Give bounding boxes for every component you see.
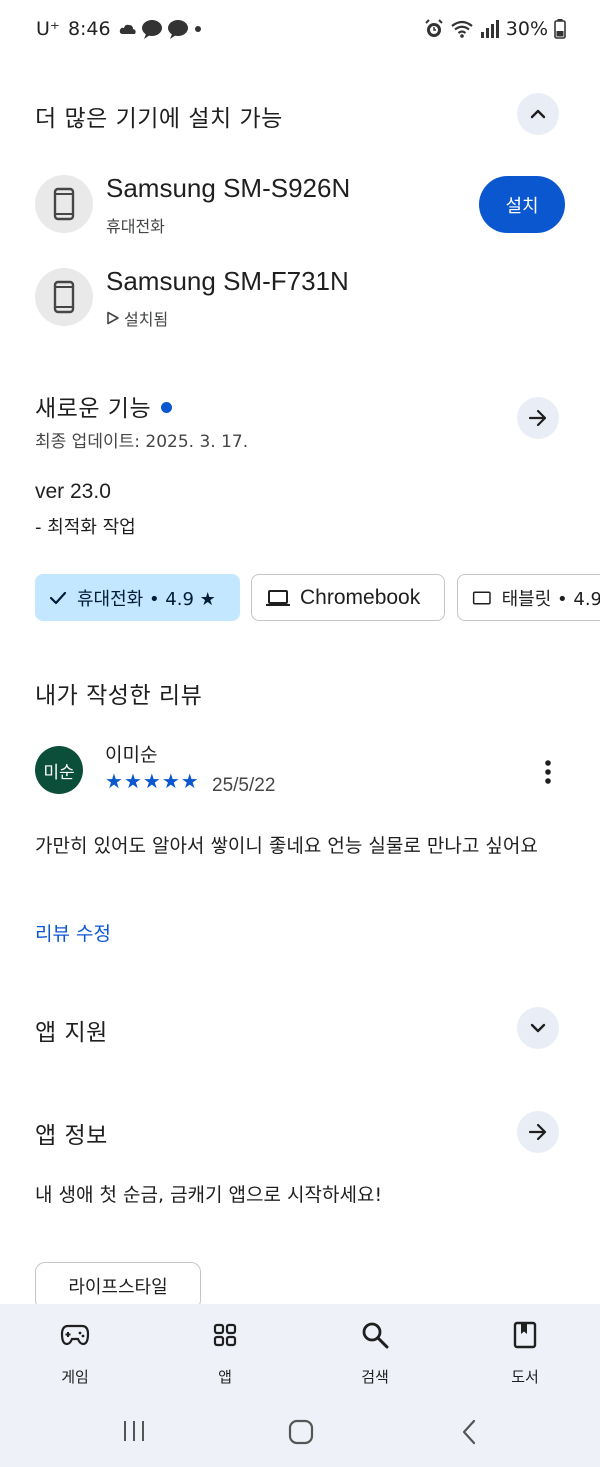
review-date: 25/5/22	[212, 775, 276, 796]
check-icon	[49, 591, 67, 604]
chat-bubble-icon	[167, 20, 188, 39]
battery-percent: 30%	[505, 18, 548, 40]
book-icon	[513, 1321, 537, 1349]
device-name: Samsung SM-S926N	[106, 173, 351, 203]
avatar: 미순	[35, 746, 83, 794]
search-icon	[362, 1322, 389, 1349]
last-updated: 최종 업데이트: 2025. 3. 17.	[35, 432, 249, 452]
version-text: ver 23.0	[35, 480, 111, 503]
review-author: 이미순	[105, 744, 158, 766]
more-vert-icon	[545, 760, 551, 784]
cloud-icon	[119, 24, 136, 34]
app-info-title: 앱 정보	[35, 1123, 108, 1149]
category-tag[interactable]: 라이프스타일	[35, 1262, 201, 1310]
release-notes: - 최적화 작업	[35, 517, 136, 538]
review-more-button[interactable]	[528, 752, 568, 792]
alarm-icon	[425, 19, 443, 37]
whats-new-arrow-button[interactable]	[517, 397, 559, 439]
nav-item-apps[interactable]: 앱	[170, 1304, 280, 1402]
tablet-icon	[472, 591, 491, 604]
device-type: 휴대전화	[106, 217, 165, 236]
review-body: 가만히 있어도 알아서 쌓이니 좋네요 언능 실물로 만나고 싶어요	[35, 835, 538, 857]
my-review-title: 내가 작성한 리뷰	[35, 683, 203, 709]
back-icon[interactable]	[459, 1418, 479, 1446]
app-info-arrow-button[interactable]	[517, 1111, 559, 1153]
nav-label: 앱	[218, 1368, 232, 1386]
chip-label: 태블릿 • 4.9	[501, 588, 600, 610]
star-icon: ★	[180, 769, 199, 793]
system-navigation-bar	[0, 1402, 600, 1467]
chat-bubble-icon	[141, 20, 162, 39]
status-bar: U⁺ 8:46 30%	[0, 0, 600, 62]
install-button[interactable]: 설치	[479, 176, 565, 233]
bottom-navigation: 게임 앱 검색 도서	[0, 1304, 600, 1402]
star-icon: ★	[142, 769, 161, 793]
device-status: 설치됨	[106, 306, 168, 330]
clock: 8:46	[67, 18, 111, 40]
wifi-icon	[451, 20, 473, 38]
battery-icon	[554, 19, 566, 39]
nav-item-games[interactable]: 게임	[20, 1304, 130, 1402]
device-name: Samsung SM-F731N	[106, 266, 349, 296]
phone-icon	[35, 175, 93, 233]
available-devices-title: 더 많은 기기에 설치 가능	[35, 106, 283, 132]
nav-label: 검색	[361, 1368, 389, 1386]
star-icon: ★	[105, 769, 123, 793]
arrow-right-icon	[528, 409, 547, 427]
nav-item-books[interactable]: 도서	[470, 1304, 580, 1402]
chip-tablet-rating[interactable]: 태블릿 • 4.9	[457, 574, 600, 621]
carrier-label: U⁺	[36, 18, 60, 40]
home-icon[interactable]	[288, 1419, 314, 1445]
gamepad-icon	[60, 1324, 90, 1346]
notification-dot-icon	[194, 26, 201, 32]
signal-icon	[480, 20, 499, 38]
laptop-icon	[266, 589, 290, 606]
phone-icon	[35, 268, 93, 326]
nav-label: 도서	[511, 1368, 539, 1386]
star-icon: ★	[123, 769, 142, 793]
chevron-up-icon	[530, 109, 546, 119]
new-indicator-dot	[161, 402, 173, 413]
chip-phone-rating[interactable]: 휴대전화 • 4.9 ★	[35, 574, 240, 621]
collapse-button[interactable]	[517, 93, 559, 135]
device-row: Samsung SM-F731N 설치됨	[35, 266, 575, 332]
recent-apps-icon[interactable]	[121, 1419, 147, 1443]
app-description: 내 생애 첫 순금, 금캐기 앱으로 시작하세요!	[35, 1184, 383, 1206]
star-rating: ★ ★ ★ ★ ★	[105, 771, 199, 791]
whats-new-title: 새로운 기능	[35, 389, 173, 423]
apps-grid-icon	[213, 1323, 237, 1347]
whats-new-label: 새로운 기능	[35, 396, 152, 422]
star-icon: ★	[161, 769, 180, 793]
edit-review-link[interactable]: 리뷰 수정	[35, 919, 111, 946]
nav-label: 게임	[61, 1368, 89, 1386]
chip-label: Chromebook	[300, 585, 421, 609]
nav-item-search[interactable]: 검색	[320, 1304, 430, 1402]
chip-chromebook[interactable]: Chromebook	[251, 574, 445, 621]
app-support-title: 앱 지원	[35, 1020, 108, 1046]
app-support-expand-button[interactable]	[517, 1007, 559, 1049]
play-outline-icon	[107, 311, 119, 325]
chip-label: 휴대전화 • 4.9 ★	[77, 588, 216, 610]
installed-label: 설치됨	[124, 310, 169, 329]
arrow-right-icon	[528, 1123, 547, 1141]
chevron-down-icon	[530, 1023, 546, 1033]
